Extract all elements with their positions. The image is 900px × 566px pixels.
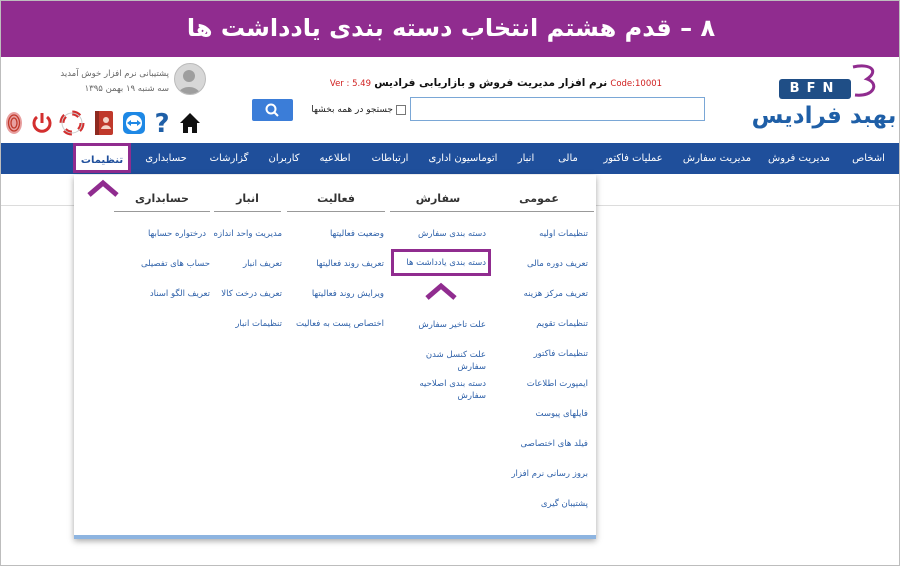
logo-bfn-text: BFN bbox=[779, 79, 851, 99]
svg-text:?: ? bbox=[154, 109, 169, 137]
user-info: پشتیبانی نرم افزار خوش آمدید سه شنبه ۱۹ … bbox=[41, 63, 206, 99]
nav-people[interactable]: اشخاص bbox=[841, 143, 896, 174]
nav-invoice-operations[interactable]: عملیات فاکتور bbox=[595, 143, 671, 174]
chevron-up-icon bbox=[425, 282, 457, 300]
highlight-note-category bbox=[391, 249, 491, 276]
user-date: سه شنبه ۱۹ بهمن ۱۳۹۵ bbox=[84, 84, 169, 94]
menu-item-product-tree[interactable]: تعریف درخت کالا bbox=[221, 288, 282, 300]
nav-sales-management[interactable]: مدیریت فروش bbox=[763, 143, 835, 174]
menu-item-order-delay-reason[interactable]: علت تاخیر سفارش bbox=[418, 319, 486, 331]
search-all-checkbox[interactable]: جستجو در همه بخشها bbox=[291, 102, 406, 118]
menu-item-detailed-accounts[interactable]: حساب های تفصیلی bbox=[141, 258, 210, 270]
menu-item-define-warehouse[interactable]: تعریف انبار bbox=[243, 258, 282, 270]
nav-accounting[interactable]: حسابداری bbox=[135, 143, 197, 174]
main-nav: اشخاص مدیریت فروش مدیریت سفارش عملیات فا… bbox=[1, 143, 899, 174]
logo-swirl-icon bbox=[852, 64, 876, 97]
menu-heading-accounting: حسابداری bbox=[114, 192, 210, 212]
menu-item-assign-post-activity[interactable]: اختصاص پست به فعالیت bbox=[296, 318, 384, 330]
menu-item-import-data[interactable]: ایمپورت اطلاعات bbox=[527, 378, 588, 390]
menu-item-fiscal-period[interactable]: تعریف دوره مالی bbox=[527, 258, 588, 270]
menu-item-activity-status[interactable]: وضعیت فعالیتها bbox=[330, 228, 384, 240]
nav-warehouse[interactable]: انبار bbox=[509, 143, 543, 174]
menu-item-attachments[interactable]: فایلهای پیوست bbox=[536, 408, 589, 420]
menu-item-custom-fields[interactable]: فیلد های اختصاصی bbox=[521, 438, 588, 450]
step-banner: ۸ – قدم هشتم انتخاب دسته بندی یادداشت ها bbox=[1, 1, 899, 57]
menu-item-software-update[interactable]: بروز رسانی نرم افزار bbox=[511, 468, 588, 480]
menu-item-account-tree[interactable]: درختواره حسابها bbox=[148, 228, 206, 240]
nav-reports[interactable]: گزارشات bbox=[201, 143, 257, 174]
menu-item-backup[interactable]: پشتیبان گیری bbox=[541, 498, 588, 510]
menu-item-invoice-settings[interactable]: تنظیمات فاکتور bbox=[534, 348, 588, 360]
menu-item-document-templates[interactable]: تعریف الگو اسناد bbox=[150, 288, 210, 300]
menu-heading-activity: فعالیت bbox=[287, 192, 385, 212]
menu-heading-general: عمومی bbox=[484, 192, 594, 212]
logo-name: بهبد فرادیس bbox=[751, 103, 897, 129]
menu-item-amendment-category[interactable]: دسته بندی اصلاحیه سفارش bbox=[406, 378, 486, 402]
app-version: Ver : 5.49 bbox=[329, 79, 371, 89]
user-silhouette-icon bbox=[177, 70, 201, 94]
chevron-up-icon bbox=[87, 179, 119, 197]
nav-finance[interactable]: مالی bbox=[547, 143, 589, 174]
nav-office-automation[interactable]: اتوماسیون اداری bbox=[421, 143, 505, 174]
menu-item-order-cancel-reason[interactable]: علت کنسل شدن سفارش bbox=[406, 349, 486, 373]
user-text: پشتیبانی نرم افزار خوش آمدید سه شنبه ۱۹ … bbox=[60, 67, 169, 97]
app-title-line: Code:10001 نرم افزار مدیریت فروش و بازار… bbox=[291, 77, 701, 95]
app-code: Code:10001 bbox=[610, 79, 663, 89]
menu-item-edit-activity-flow[interactable]: ویرایش روند فعالیتها bbox=[312, 288, 384, 300]
search-button[interactable] bbox=[252, 99, 293, 121]
power-icon[interactable] bbox=[29, 109, 55, 137]
lifebuoy-icon[interactable] bbox=[59, 109, 85, 137]
user-greeting: پشتیبانی نرم افزار خوش آمدید bbox=[60, 69, 169, 79]
search-icon bbox=[265, 103, 279, 117]
menu-item-define-activity-flow[interactable]: تعریف روند فعالیتها bbox=[316, 258, 384, 270]
fingerprint-icon[interactable] bbox=[1, 109, 27, 137]
checkbox-box[interactable] bbox=[396, 105, 406, 115]
nav-settings[interactable]: تنظیمات bbox=[73, 143, 131, 173]
company-logo[interactable]: BFN بهبد فرادیس bbox=[749, 63, 899, 135]
menu-item-warehouse-settings[interactable]: تنظیمات انبار bbox=[235, 318, 282, 330]
contacts-book-icon[interactable] bbox=[91, 109, 117, 137]
quick-toolbar: ? bbox=[1, 109, 206, 137]
help-icon[interactable]: ? bbox=[149, 109, 175, 137]
menu-heading-warehouse: انبار bbox=[214, 192, 281, 212]
avatar[interactable] bbox=[174, 63, 206, 95]
nav-order-management[interactable]: مدیریت سفارش bbox=[675, 143, 759, 174]
nav-announcements[interactable]: اطلاعیه bbox=[311, 143, 359, 174]
search-all-label: جستجو در همه بخشها bbox=[311, 105, 393, 115]
settings-dropdown: عمومی تنظیمات اولیه تعریف دوره مالی تعری… bbox=[74, 175, 596, 539]
menu-heading-order: سفارش bbox=[390, 192, 486, 212]
nav-communications[interactable]: ارتباطات bbox=[363, 143, 417, 174]
menu-item-unit-management[interactable]: مدیریت واحد اندازه bbox=[214, 228, 282, 240]
menu-item-initial-settings[interactable]: تنظیمات اولیه bbox=[539, 228, 588, 240]
menu-item-order-category[interactable]: دسته بندی سفارش bbox=[418, 228, 486, 240]
teamviewer-icon[interactable] bbox=[121, 109, 147, 137]
app-title: نرم افزار مدیریت فروش و بازاریابی فرادیس bbox=[374, 77, 608, 89]
screenshot-frame: ۸ – قدم هشتم انتخاب دسته بندی یادداشت ها… bbox=[0, 0, 900, 566]
search-input[interactable] bbox=[410, 97, 705, 121]
nav-users[interactable]: کاربران bbox=[261, 143, 307, 174]
home-icon[interactable] bbox=[177, 109, 203, 137]
menu-item-calendar-settings[interactable]: تنظیمات تقویم bbox=[536, 318, 588, 330]
menu-item-cost-center[interactable]: تعریف مرکز هزینه bbox=[524, 288, 588, 300]
